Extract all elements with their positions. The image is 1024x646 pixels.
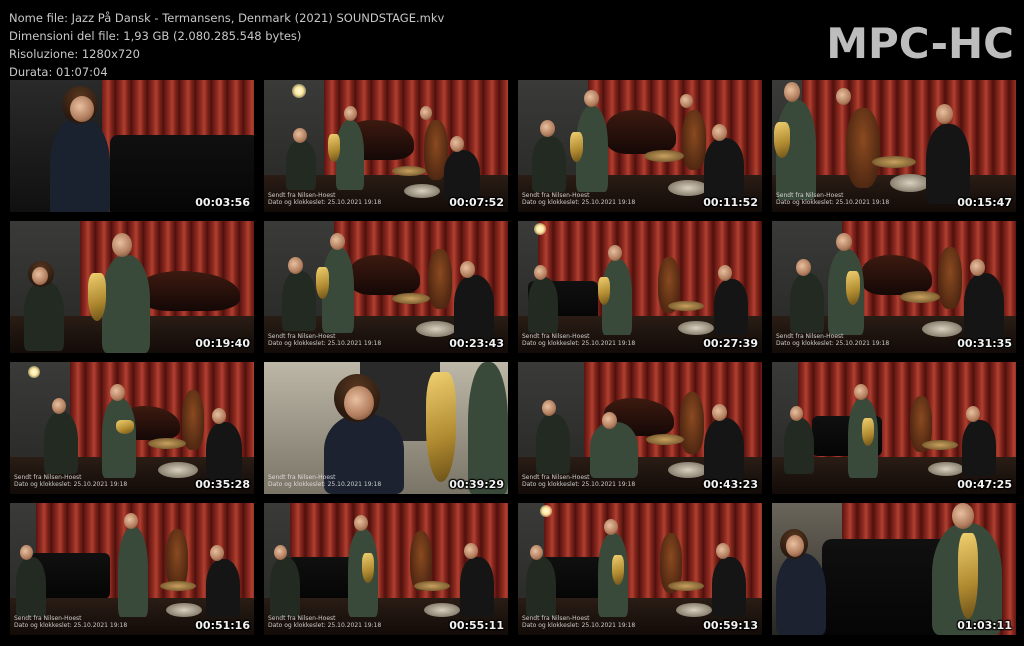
file-size-line: Dimensioni del file: 1,93 GB (2.080.285.… [9, 29, 302, 43]
thumbnail-caption: Sendt fra Nilsen-Hoest Dato og klokkesle… [522, 333, 636, 347]
resolution-line: Risoluzione: 1280x720 [9, 47, 140, 61]
thumbnail-timestamp: 01:03:11 [957, 619, 1012, 632]
thumbnail-timestamp: 00:23:43 [449, 337, 504, 350]
thumbnail-caption: Sendt fra Nilsen-Hoest Dato og klokkesle… [268, 615, 382, 629]
thumbnail-image [772, 503, 1016, 635]
thumbnail-timestamp: 00:35:28 [195, 478, 250, 491]
thumbnail-timestamp: 00:39:29 [449, 478, 504, 491]
video-thumbnail: Sendt fra Nilsen-Hoest Dato og klokkesle… [518, 221, 762, 353]
thumbnail-caption: Sendt fra Nilsen-Hoest Dato og klokkesle… [522, 474, 636, 488]
thumbnail-caption: Sendt fra Nilsen-Hoest Dato og klokkesle… [14, 615, 128, 629]
thumbnail-caption: Sendt fra Nilsen-Hoest Dato og klokkesle… [522, 615, 636, 629]
thumbnail-timestamp: 00:07:52 [449, 196, 504, 209]
thumbnail-caption: Sendt fra Nilsen-Hoest Dato og klokkesle… [14, 474, 128, 488]
duration-line: Durata: 01:07:04 [9, 65, 108, 79]
video-thumbnail: Sendt fra Nilsen-Hoest Dato og klokkesle… [518, 80, 762, 212]
video-thumbnail: Sendt fra Nilsen-Hoest Dato og klokkesle… [772, 221, 1016, 353]
thumbnail-timestamp: 00:47:25 [957, 478, 1012, 491]
thumbnail-timestamp: 00:27:39 [703, 337, 758, 350]
thumbnail-timestamp: 00:51:16 [195, 619, 250, 632]
thumbnail-caption: Sendt fra Nilsen-Hoest Dato og klokkesle… [268, 192, 382, 206]
video-thumbnail: Sendt fra Nilsen-Hoest Dato og klokkesle… [772, 80, 1016, 212]
video-thumbnail: Sendt fra Nilsen-Hoest Dato og klokkesle… [10, 503, 254, 635]
video-thumbnail: Sendt fra Nilsen-Hoest Dato og klokkesle… [518, 362, 762, 494]
video-thumbnail: Sendt fra Nilsen-Hoest Dato og klokkesle… [264, 362, 508, 494]
video-thumbnail: Sendt fra Nilsen-Hoest Dato og klokkesle… [264, 221, 508, 353]
thumbnail-timestamp: 00:11:52 [703, 196, 758, 209]
file-info: Nome file: Jazz På Dansk - Termansens, D… [9, 9, 444, 81]
thumbnail-timestamp: 00:19:40 [195, 337, 250, 350]
video-thumbnail: Sendt fra Nilsen-Hoest Dato og klokkesle… [10, 362, 254, 494]
thumbnail-timestamp: 00:03:56 [195, 196, 250, 209]
video-thumbnail: 00:03:56 [10, 80, 254, 212]
video-thumbnail: 00:47:25 [772, 362, 1016, 494]
video-thumbnail: Sendt fra Nilsen-Hoest Dato og klokkesle… [264, 80, 508, 212]
thumbnail-image [10, 221, 254, 353]
thumbnail-caption: Sendt fra Nilsen-Hoest Dato og klokkesle… [522, 192, 636, 206]
thumbnail-grid: 00:03:56 Sendt fra Nilsen-Hoest Dato og … [10, 80, 1016, 635]
video-thumbnail: 01:03:11 [772, 503, 1016, 635]
thumbnail-timestamp: 00:55:11 [449, 619, 504, 632]
video-thumbnail: 00:19:40 [10, 221, 254, 353]
thumbnail-caption: Sendt fra Nilsen-Hoest Dato og klokkesle… [776, 192, 890, 206]
thumbnail-image [10, 80, 254, 212]
thumbnail-timestamp: 00:43:23 [703, 478, 758, 491]
mpc-hc-logo: MPC-HC [826, 19, 1014, 68]
video-thumbnail: Sendt fra Nilsen-Hoest Dato og klokkesle… [264, 503, 508, 635]
video-thumbnail: Sendt fra Nilsen-Hoest Dato og klokkesle… [518, 503, 762, 635]
thumbnail-caption: Sendt fra Nilsen-Hoest Dato og klokkesle… [268, 333, 382, 347]
thumbnail-timestamp: 00:31:35 [957, 337, 1012, 350]
thumbnail-timestamp: 00:59:13 [703, 619, 758, 632]
thumbnail-timestamp: 00:15:47 [957, 196, 1012, 209]
thumbnail-caption: Sendt fra Nilsen-Hoest Dato og klokkesle… [776, 333, 890, 347]
thumbnail-image [772, 362, 1016, 494]
file-name-line: Nome file: Jazz På Dansk - Termansens, D… [9, 11, 445, 25]
thumbnail-caption: Sendt fra Nilsen-Hoest Dato og klokkesle… [268, 474, 382, 488]
